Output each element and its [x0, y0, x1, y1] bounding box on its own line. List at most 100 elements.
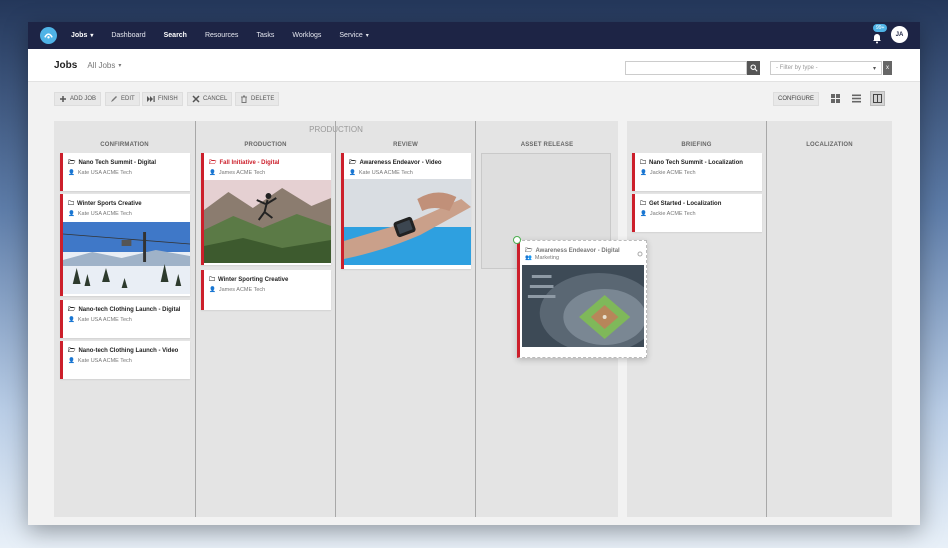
card-title-text: Fall Initiative - Digital	[219, 160, 280, 166]
board-view-button[interactable]	[870, 91, 885, 106]
edit-button[interactable]: EDIT	[105, 92, 140, 106]
top-navigation: Jobs ▾ Dashboard Search Resources Tasks …	[28, 22, 920, 49]
nav-resources[interactable]: Resources	[205, 32, 238, 39]
nav-right: 99+ JA	[871, 23, 908, 43]
list-icon	[852, 94, 861, 103]
job-card[interactable]: 🗁 Nano-tech Clothing Launch - Video 👤 Kate…	[60, 341, 190, 379]
folder-icon: 🗁	[68, 348, 76, 354]
delete-button[interactable]: DELETE	[235, 92, 280, 106]
job-card[interactable]: 🗀 Get Started - Localization 👤 Jackie ACME…	[632, 194, 762, 232]
card-title: 🗁 Awareness Endeavor - Video	[349, 158, 442, 168]
card-title-text: Nano-tech Clothing Launch - Video	[78, 348, 179, 354]
search-button[interactable]	[747, 61, 760, 75]
view-select[interactable]: All Jobs ▾	[87, 61, 121, 70]
plus-icon	[60, 96, 66, 102]
card-image-mountain-jump	[204, 180, 331, 263]
card-title: 🗀 Get Started - Localization	[640, 199, 721, 209]
folder-icon: 🗁	[349, 160, 357, 166]
column-title: REVIEW	[393, 142, 418, 148]
search-input[interactable]	[625, 61, 747, 75]
folder-icon: 🗁	[209, 160, 217, 166]
card-title: 🗁 Nano-tech Clothing Launch - Digital	[68, 305, 180, 315]
notification-badge: 99+	[873, 23, 888, 32]
column-localization: LOCALIZATION	[767, 121, 892, 517]
job-card[interactable]: 🗁 Fall Initiative - Digital 👤 James ACME T…	[201, 153, 331, 265]
card-title: 🗁 Nano Tech Summit - Digital	[68, 158, 156, 168]
nav-service-label: Service	[339, 32, 363, 39]
cancel-button[interactable]: CANCEL	[187, 92, 233, 106]
nav-jobs[interactable]: Jobs ▾	[71, 32, 93, 39]
users-icon: 👥	[525, 255, 532, 261]
card-image-stadium	[522, 265, 644, 347]
add-job-label: ADD JOB	[70, 96, 97, 102]
job-card[interactable]: 🗀 Winter Sporting Creative 👤 James ACME Te…	[201, 270, 331, 310]
folder-icon: 🗁	[68, 307, 76, 313]
column-title: PRODUCTION	[244, 142, 287, 148]
configure-button[interactable]: CONFIGURE	[773, 92, 819, 106]
card-assignee-text: Jackie ACME Tech	[649, 211, 696, 217]
nav-worklogs[interactable]: Worklogs	[292, 32, 321, 39]
finish-button[interactable]: FINISH	[142, 92, 183, 106]
nav-service[interactable]: Service ▾	[339, 32, 368, 39]
card-assignee: 👤 Kate USA ACME Tech	[68, 358, 132, 364]
folder-icon: 🗀	[640, 201, 647, 207]
filter-by-type-select[interactable]: - Filter by type - ▾	[770, 61, 882, 75]
user-icon: 👤	[68, 170, 75, 176]
job-card[interactable]: 🗁 Nano Tech Summit - Digital 👤 Kate USA AC…	[60, 153, 190, 191]
nav-search[interactable]: Search	[164, 32, 187, 39]
dragging-job-card[interactable]: 🗁 Awareness Endeavor - Digital 👥 Marketing	[513, 236, 647, 358]
card-assignee: 👤 Jackie ACME Tech	[640, 170, 696, 176]
card-title-text: Winter Sports Creative	[77, 201, 142, 207]
nav-dashboard[interactable]: Dashboard	[111, 32, 145, 39]
job-card[interactable]: 🗀 Nano Tech Summit - Localization 👤 Jackie…	[632, 153, 762, 191]
chevron-down-icon: ▾	[365, 33, 369, 39]
card-title-text: Nano Tech Summit - Localization	[649, 160, 743, 166]
page-title: Jobs	[54, 59, 78, 71]
card-assignee-text: Marketing	[534, 255, 560, 261]
card-title: 🗀 Winter Sports Creative	[68, 199, 142, 209]
nav-tasks[interactable]: Tasks	[256, 32, 274, 39]
add-job-button[interactable]: ADD JOB	[54, 92, 102, 106]
job-card[interactable]: 🗁 Awareness Endeavor - Video 👤 Kate USA AC…	[341, 153, 471, 269]
caret-down-icon: ▾	[872, 65, 876, 72]
app-logo[interactable]	[40, 27, 57, 44]
folder-icon: 🗀	[209, 277, 216, 283]
nav-search-label: Search	[163, 32, 187, 39]
list-view-button[interactable]	[849, 91, 864, 106]
user-icon: 👤	[68, 358, 75, 364]
card-image-ski-lift	[63, 222, 190, 294]
job-card[interactable]: 🗀 Winter Sports Creative 👤 Kate USA ACME T…	[60, 194, 190, 296]
gear-icon[interactable]	[637, 244, 643, 262]
user-avatar[interactable]: JA	[891, 26, 908, 43]
fast-forward-icon	[147, 96, 155, 102]
grid-view-button[interactable]	[828, 91, 843, 106]
notifications-button[interactable]: 99+	[871, 23, 888, 43]
user-icon: 👤	[209, 287, 216, 293]
logo-icon	[44, 33, 53, 39]
card-assignee-text: Kate USA ACME Tech	[77, 170, 132, 176]
chevron-down-icon: ▾	[90, 33, 94, 39]
column-title: LOCALIZATION	[806, 142, 853, 148]
delete-label: DELETE	[251, 96, 275, 102]
board-localization: BRIEFING LOCALIZATION 🗀 Nano Tech Summit …	[627, 121, 892, 517]
card-title-text: Awareness Endeavor - Digital	[535, 248, 620, 254]
user-icon: 👤	[640, 170, 647, 176]
card-title-text: Nano Tech Summit - Digital	[78, 160, 157, 166]
bell-icon	[873, 33, 881, 43]
card-assignee-text: Kate USA ACME Tech	[77, 317, 132, 323]
card-title-text: Get Started - Localization	[649, 201, 722, 207]
card-title-text: Nano-tech Clothing Launch - Digital	[78, 307, 181, 313]
filter-placeholder: - Filter by type -	[776, 65, 818, 71]
nav-resources-label: Resources	[204, 32, 239, 39]
card-title: 🗀 Nano Tech Summit - Localization	[640, 158, 743, 168]
card-title: 🗀 Winter Sporting Creative	[209, 275, 288, 285]
user-icon: 👤	[68, 211, 75, 217]
filter-clear-button[interactable]: x	[883, 61, 892, 75]
grid-icon	[831, 94, 840, 103]
finish-label: FINISH	[158, 96, 178, 102]
cancel-label: CANCEL	[203, 96, 228, 102]
drag-indicator-icon	[513, 236, 521, 244]
folder-icon: 🗁	[68, 160, 76, 166]
job-card[interactable]: 🗁 Nano-tech Clothing Launch - Digital 👤 Ka…	[60, 300, 190, 338]
view-select-value: All Jobs	[87, 60, 116, 70]
